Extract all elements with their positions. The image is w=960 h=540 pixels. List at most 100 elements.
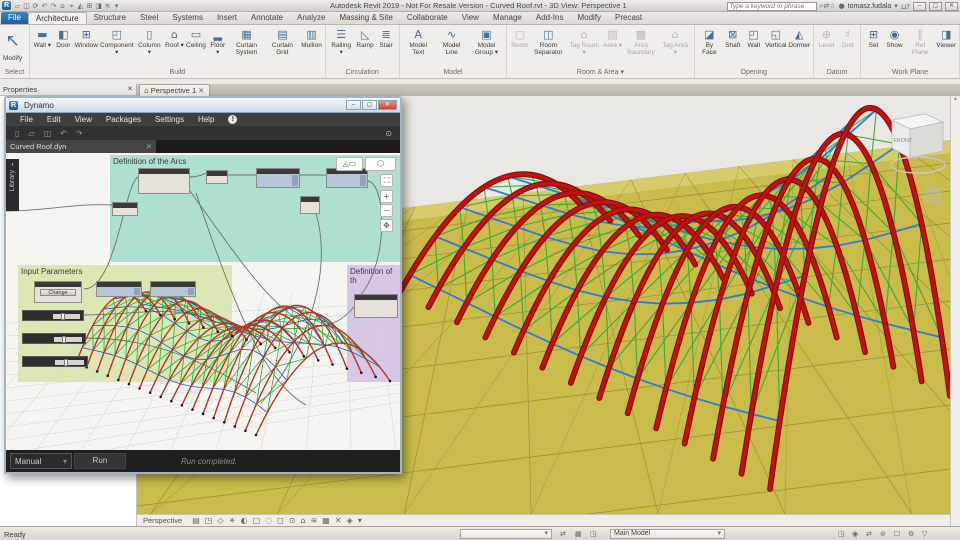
door-button[interactable]: ◧Door: [53, 26, 74, 50]
redo-icon[interactable]: ↷: [49, 2, 58, 10]
component-button[interactable]: ◰Component ▾: [99, 26, 135, 58]
shadows-icon[interactable]: ◐: [241, 516, 248, 525]
dynamo-title-bar[interactable]: R Dynamo – ▢ ✕: [6, 98, 400, 113]
crop-view-icon[interactable]: ▢: [253, 516, 261, 525]
worksharing-display-icon[interactable]: ◉: [852, 530, 858, 538]
ribbon-tab-architecture[interactable]: Architecture: [28, 12, 87, 24]
model-line-button[interactable]: ∿Model Line: [435, 26, 469, 58]
window-button[interactable]: ⊞Window: [74, 26, 99, 50]
ramp-button[interactable]: ◺Ramp: [355, 26, 376, 50]
dynamo-menu-packages[interactable]: Packages: [106, 115, 141, 124]
ribbon-tab-file[interactable]: File: [1, 12, 28, 24]
thin-lines-icon[interactable]: ≋: [103, 2, 112, 10]
dormer-button[interactable]: ◭Dormer: [787, 26, 811, 50]
help-icon[interactable]: ?: [906, 3, 910, 11]
vertical-button[interactable]: ◱Vertical: [764, 26, 787, 50]
viewer-button[interactable]: ◨Viewer: [935, 26, 957, 50]
ribbon-tab-insert[interactable]: Insert: [210, 12, 244, 24]
slider-handle[interactable]: [62, 336, 66, 343]
ribbon-tab-collaborate[interactable]: Collaborate: [400, 12, 455, 24]
temporary-hide-isolate-icon[interactable]: ⊙: [289, 516, 296, 525]
dynamo-slider-node[interactable]: [22, 333, 86, 344]
minimize-button[interactable]: –: [913, 2, 926, 11]
undo-icon[interactable]: ↶: [60, 129, 67, 138]
graph-view-toggle-button[interactable]: ⬡: [365, 157, 396, 171]
ribbon-tab-steel[interactable]: Steel: [133, 12, 165, 24]
vertical-scrollbar[interactable]: ▲: [950, 96, 960, 526]
dynamo-maximize-button[interactable]: ▢: [362, 100, 377, 110]
ribbon-tab-analyze[interactable]: Analyze: [290, 12, 332, 24]
dynamo-slider-node[interactable]: [22, 356, 88, 367]
zoom-out-button[interactable]: −: [380, 204, 393, 217]
wall-button[interactable]: ◰Wall: [743, 26, 764, 50]
ribbon-tab-precast[interactable]: Precast: [608, 12, 649, 24]
set-button[interactable]: ⊞Set: [863, 26, 884, 50]
group-definition-of-the-grid[interactable]: Definition of th: [347, 265, 400, 382]
design-options-dropdown[interactable]: Main Model▾: [610, 529, 725, 539]
restore-button[interactable]: ▢: [929, 2, 942, 11]
reveal-constraints-icon[interactable]: ✕: [335, 516, 342, 525]
print-icon[interactable]: ⌂: [58, 2, 67, 10]
view-tab-close-icon[interactable]: ✕: [198, 86, 204, 95]
reveal-hidden-elements-icon[interactable]: ⌂: [301, 516, 306, 525]
open-icon[interactable]: ▱: [13, 2, 22, 10]
dynamo-canvas[interactable]: ◗ Library Definition of the ArcsInput Pa…: [6, 153, 400, 450]
dynamo-menu-edit[interactable]: Edit: [47, 115, 61, 124]
dynamo-menu-help[interactable]: Help: [198, 115, 214, 124]
dynamo-node[interactable]: [300, 196, 320, 214]
favorites-star-icon[interactable]: ☆: [829, 2, 835, 10]
worksets-icon[interactable]: ▦: [575, 530, 582, 538]
dynamo-node[interactable]: [150, 281, 196, 297]
slider-track[interactable]: [54, 337, 82, 342]
ribbon-tab-add-ins[interactable]: Add-Ins: [529, 12, 571, 24]
measure-icon[interactable]: ⌖: [67, 2, 76, 11]
scale-icon[interactable]: ▤: [192, 516, 200, 525]
show-button[interactable]: ◉Show: [884, 26, 905, 50]
section-icon[interactable]: ◨: [94, 2, 103, 10]
user-dropdown-icon[interactable]: ▾: [894, 2, 898, 10]
customize-dropdown-icon[interactable]: ▾: [112, 2, 121, 10]
links-icon[interactable]: ◳: [590, 530, 597, 538]
exclude-options-icon[interactable]: ⊘: [880, 530, 886, 538]
dynamo-node[interactable]: [206, 170, 228, 184]
dynamo-doc-tab[interactable]: Curved Roof.dyn ✕: [6, 140, 156, 153]
rendering-icon[interactable]: ◻: [277, 516, 284, 525]
dynamo-menu-file[interactable]: File: [20, 115, 33, 124]
redo-icon[interactable]: ↷: [76, 129, 83, 138]
floor-button[interactable]: ▂Floor ▾: [207, 26, 229, 58]
zoom-in-button[interactable]: +: [380, 190, 393, 203]
ribbon-tab-modify[interactable]: Modify: [570, 12, 608, 24]
dynamo-node[interactable]: Change: [34, 281, 82, 303]
slider-handle[interactable]: [64, 359, 68, 366]
pan-button[interactable]: ✥: [380, 219, 393, 232]
slider-track[interactable]: [53, 314, 80, 319]
stair-button[interactable]: ≣Stair: [376, 26, 397, 50]
new-file-icon[interactable]: ▯: [15, 129, 19, 138]
sync-icon[interactable]: ⟳: [31, 2, 40, 10]
ceiling-button[interactable]: ▭Ceiling: [185, 26, 207, 50]
dynamo-node[interactable]: [138, 168, 190, 194]
change-button[interactable]: Change: [40, 289, 77, 296]
sun-path-icon[interactable]: ☀: [228, 516, 235, 525]
slider-handle[interactable]: [61, 313, 65, 320]
shaft-button[interactable]: ⊠Shaft: [722, 26, 743, 50]
active-workset-dropdown[interactable]: ▾: [460, 529, 552, 539]
show-crop-region-icon[interactable]: ◌: [265, 516, 272, 525]
search-input[interactable]: [727, 2, 817, 11]
detail-level-icon[interactable]: ◳: [205, 516, 213, 525]
curtain-grid-button[interactable]: ▤Curtain Grid: [264, 26, 300, 58]
save-file-icon[interactable]: ◫: [44, 129, 52, 138]
background-processes-icon[interactable]: ⚙: [908, 530, 914, 538]
export-image-icon[interactable]: ⊙: [385, 129, 392, 138]
model-group-button[interactable]: ▣Model Group ▾: [469, 26, 505, 58]
revit-logo-icon[interactable]: R: [2, 1, 11, 10]
dynamo-menu-settings[interactable]: Settings: [155, 115, 184, 124]
temporary-view-properties-icon[interactable]: ≋: [311, 516, 318, 525]
press-drag-icon[interactable]: ☐: [894, 530, 900, 538]
ribbon-tab-manage[interactable]: Manage: [486, 12, 529, 24]
dynamo-node[interactable]: [354, 294, 398, 318]
dynamo-node[interactable]: [326, 168, 368, 188]
default-3d-view-icon[interactable]: ⊞: [85, 2, 94, 10]
design-options-icon[interactable]: ◳: [838, 530, 845, 538]
analytical-model-icon[interactable]: ◈: [347, 516, 353, 525]
